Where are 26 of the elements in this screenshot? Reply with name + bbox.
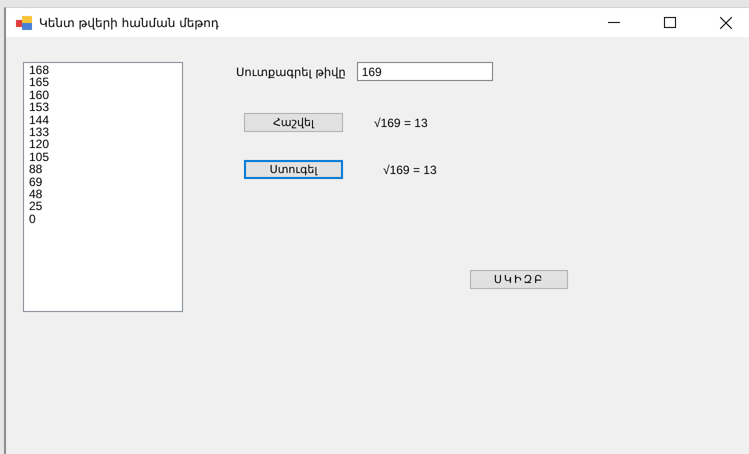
list-item: 105 (29, 150, 50, 164)
list-item: 168 (29, 64, 50, 76)
result-text: √169 = 13 (383, 162, 437, 176)
close-icon (720, 16, 732, 28)
input-label: Սուտքագրել թիվը (236, 64, 346, 78)
maximize-icon (664, 17, 676, 28)
list-item: 160 (29, 88, 50, 102)
action-button[interactable]: Հաշվել (244, 113, 343, 132)
list-item: 0 (29, 212, 37, 226)
list-item: 120 (29, 138, 50, 151)
list-item: 88 (29, 163, 44, 176)
window-title: Կենտ թվերի հանման մեթոդ (39, 16, 220, 30)
list-item: 48 (29, 188, 44, 200)
number-list[interactable]: 168 165 160 153 144 133 120 105 88 69 48 25 0 (23, 62, 183, 312)
list-item: 153 (29, 101, 50, 114)
minimize-icon (608, 22, 620, 24)
start-button[interactable]: ՍԿԻԶԲ (470, 270, 568, 289)
list-item: 133 (29, 126, 50, 138)
app-icon (16, 16, 32, 30)
number-input[interactable]: 169 (356, 62, 493, 81)
result-text: √169 = 13 (374, 116, 428, 130)
list-item: 25 (29, 200, 44, 213)
action-button[interactable]: Ստուգել (244, 160, 343, 179)
list-item: 69 (29, 176, 44, 188)
list-item: 144 (29, 114, 50, 126)
list-item: 165 (29, 76, 50, 89)
